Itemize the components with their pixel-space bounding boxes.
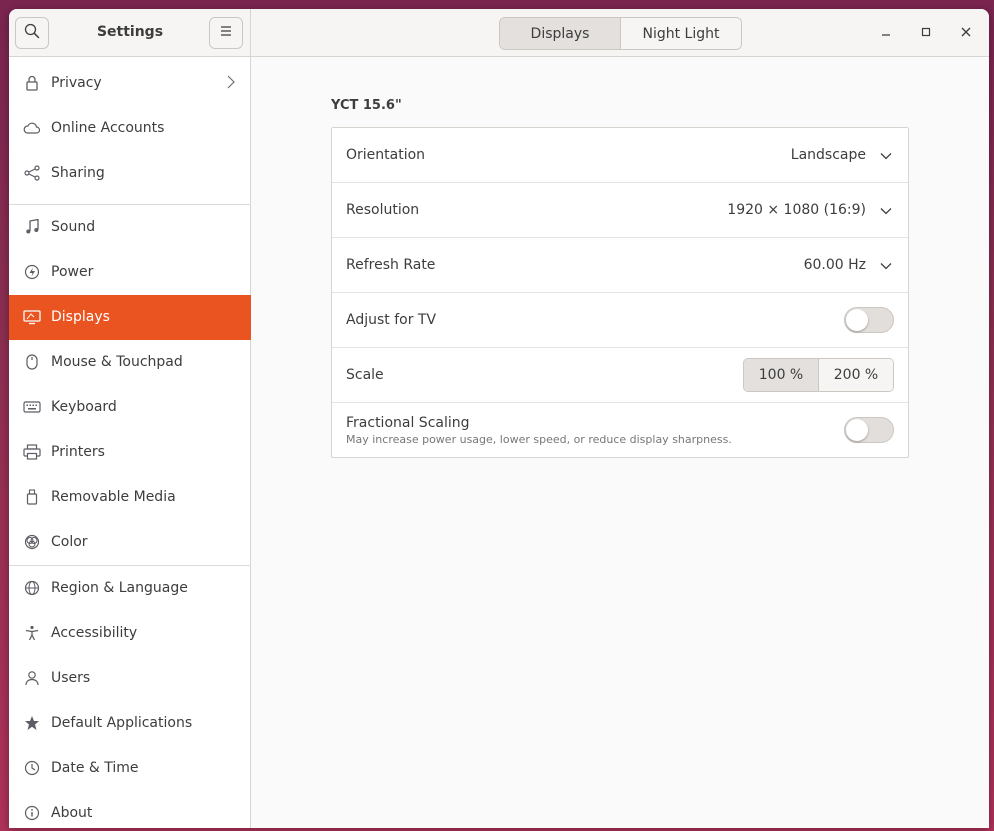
orientation-row[interactable]: Orientation Landscape [332, 128, 908, 183]
sidebar-item-default-applications[interactable]: Default Applications [9, 701, 251, 746]
sidebar-item-mouse-touchpad[interactable]: Mouse & Touchpad [9, 340, 251, 385]
display-settings-list: Orientation Landscape Resolution 1920 × … [331, 127, 909, 458]
switch-knob [846, 309, 868, 331]
adjust-for-tv-switch[interactable] [844, 307, 894, 333]
sidebar-item-privacy[interactable]: Privacy [9, 61, 251, 106]
sidebar-item-label: Online Accounts [51, 120, 165, 136]
mouse-icon [23, 353, 41, 371]
close-icon [961, 25, 971, 41]
keyboard-icon [23, 398, 41, 416]
sidebar-item-label: Removable Media [51, 489, 176, 505]
star-icon [23, 714, 41, 732]
fractional-scaling-row: Fractional Scaling May increase power us… [332, 403, 908, 458]
scale-row: Scale 100 % 200 % [332, 348, 908, 403]
tab-displays[interactable]: Displays [500, 18, 621, 49]
search-icon [24, 23, 40, 43]
share-icon [23, 164, 41, 182]
printer-icon [23, 443, 41, 461]
scale-200-button[interactable]: 200 % [819, 359, 893, 391]
search-button[interactable] [15, 17, 49, 49]
minimize-button[interactable] [876, 23, 896, 43]
sidebar-item-label: Users [51, 670, 91, 686]
sidebar-item-label: Region & Language [51, 580, 188, 596]
sidebar-item-label: About [51, 805, 93, 821]
resolution-value[interactable]: 1920 × 1080 (16:9) [727, 202, 866, 218]
sidebar-item-sound[interactable]: Sound [9, 205, 251, 250]
maximize-button[interactable] [916, 23, 936, 43]
sidebar-item-label: Sharing [51, 165, 105, 181]
adjust-for-tv-row: Adjust for TV [332, 293, 908, 348]
monitor-name: YCT 15.6" [331, 98, 402, 113]
sidebar-item-accessibility[interactable]: Accessibility [9, 611, 251, 656]
chevron-down-icon [880, 258, 892, 274]
sidebar-item-label: Accessibility [51, 625, 138, 641]
hamburger-menu-icon [219, 25, 233, 41]
switch-knob [846, 419, 868, 441]
resolution-row[interactable]: Resolution 1920 × 1080 (16:9) [332, 183, 908, 238]
fractional-scaling-description: May increase power usage, lower speed, o… [346, 433, 732, 446]
sidebar-item-label: Date & Time [51, 760, 139, 776]
chevron-down-icon [880, 203, 892, 219]
fractional-scaling-switch[interactable] [844, 417, 894, 443]
lock-icon [23, 74, 41, 92]
window-title: Settings [96, 24, 164, 40]
display-icon [23, 308, 41, 326]
sidebar-item-about[interactable]: About [9, 791, 251, 828]
chevron-down-icon [880, 148, 892, 164]
refresh-rate-row[interactable]: Refresh Rate 60.00 Hz [332, 238, 908, 293]
accessibility-icon [23, 624, 41, 642]
sidebar-item-region-language[interactable]: Region & Language [9, 566, 251, 611]
sidebar-item-color[interactable]: Color [9, 520, 251, 565]
scale-label: Scale [346, 367, 384, 383]
sidebar-item-displays[interactable]: Displays [9, 295, 251, 340]
sidebar-item-label: Color [51, 534, 88, 550]
sidebar-item-users[interactable]: Users [9, 656, 251, 701]
sidebar-item-date-time[interactable]: Date & Time [9, 746, 251, 791]
removable-media-icon [23, 488, 41, 506]
refresh-rate-value[interactable]: 60.00 Hz [804, 257, 866, 273]
sidebar-item-sharing[interactable]: Sharing [9, 151, 251, 196]
orientation-value[interactable]: Landscape [791, 147, 866, 163]
sidebar-item-label: Default Applications [51, 715, 193, 731]
power-icon [23, 263, 41, 281]
sidebar-item-label: Sound [51, 219, 96, 235]
sidebar-item-online-accounts[interactable]: Online Accounts [9, 106, 251, 151]
minimize-icon [881, 25, 891, 41]
sidebar: Privacy Online Accounts Sharing Sound Po… [9, 57, 251, 828]
orientation-label: Orientation [346, 147, 426, 163]
sidebar-item-label: Mouse & Touchpad [51, 354, 183, 370]
headerbar: Settings Displays Night Light [9, 9, 989, 57]
adjust-for-tv-label: Adjust for TV [346, 312, 437, 328]
users-icon [23, 669, 41, 687]
info-icon [23, 804, 41, 822]
sidebar-item-label: Printers [51, 444, 105, 460]
cloud-icon [23, 119, 41, 137]
maximize-icon [921, 25, 931, 41]
sidebar-item-keyboard[interactable]: Keyboard [9, 385, 251, 430]
clock-icon [23, 759, 41, 777]
scale-toggle-group: 100 % 200 % [743, 358, 894, 392]
displays-panel: YCT 15.6" Orientation Landscape Resoluti… [252, 57, 989, 828]
tab-night-light[interactable]: Night Light [621, 18, 741, 49]
fractional-scaling-label: Fractional Scaling [346, 415, 470, 431]
sidebar-item-printers[interactable]: Printers [9, 430, 251, 475]
menu-button[interactable] [209, 17, 243, 49]
chevron-right-icon [227, 75, 235, 93]
music-note-icon [23, 218, 41, 236]
sidebar-item-label: Privacy [51, 75, 102, 91]
sidebar-item-power[interactable]: Power [9, 250, 251, 295]
sidebar-header: Settings [9, 9, 251, 56]
view-switcher: Displays Night Light [499, 17, 742, 50]
scale-100-button[interactable]: 100 % [744, 359, 819, 391]
sidebar-item-label: Keyboard [51, 399, 117, 415]
color-icon [23, 533, 41, 551]
sidebar-item-removable-media[interactable]: Removable Media [9, 475, 251, 520]
settings-window: Settings Displays Night Light Privacy On… [9, 9, 989, 828]
sidebar-item-label: Power [51, 264, 94, 280]
close-button[interactable] [956, 23, 976, 43]
resolution-label: Resolution [346, 202, 420, 218]
globe-icon [23, 579, 41, 597]
refresh-rate-label: Refresh Rate [346, 257, 436, 273]
sidebar-item-label: Displays [51, 309, 110, 325]
